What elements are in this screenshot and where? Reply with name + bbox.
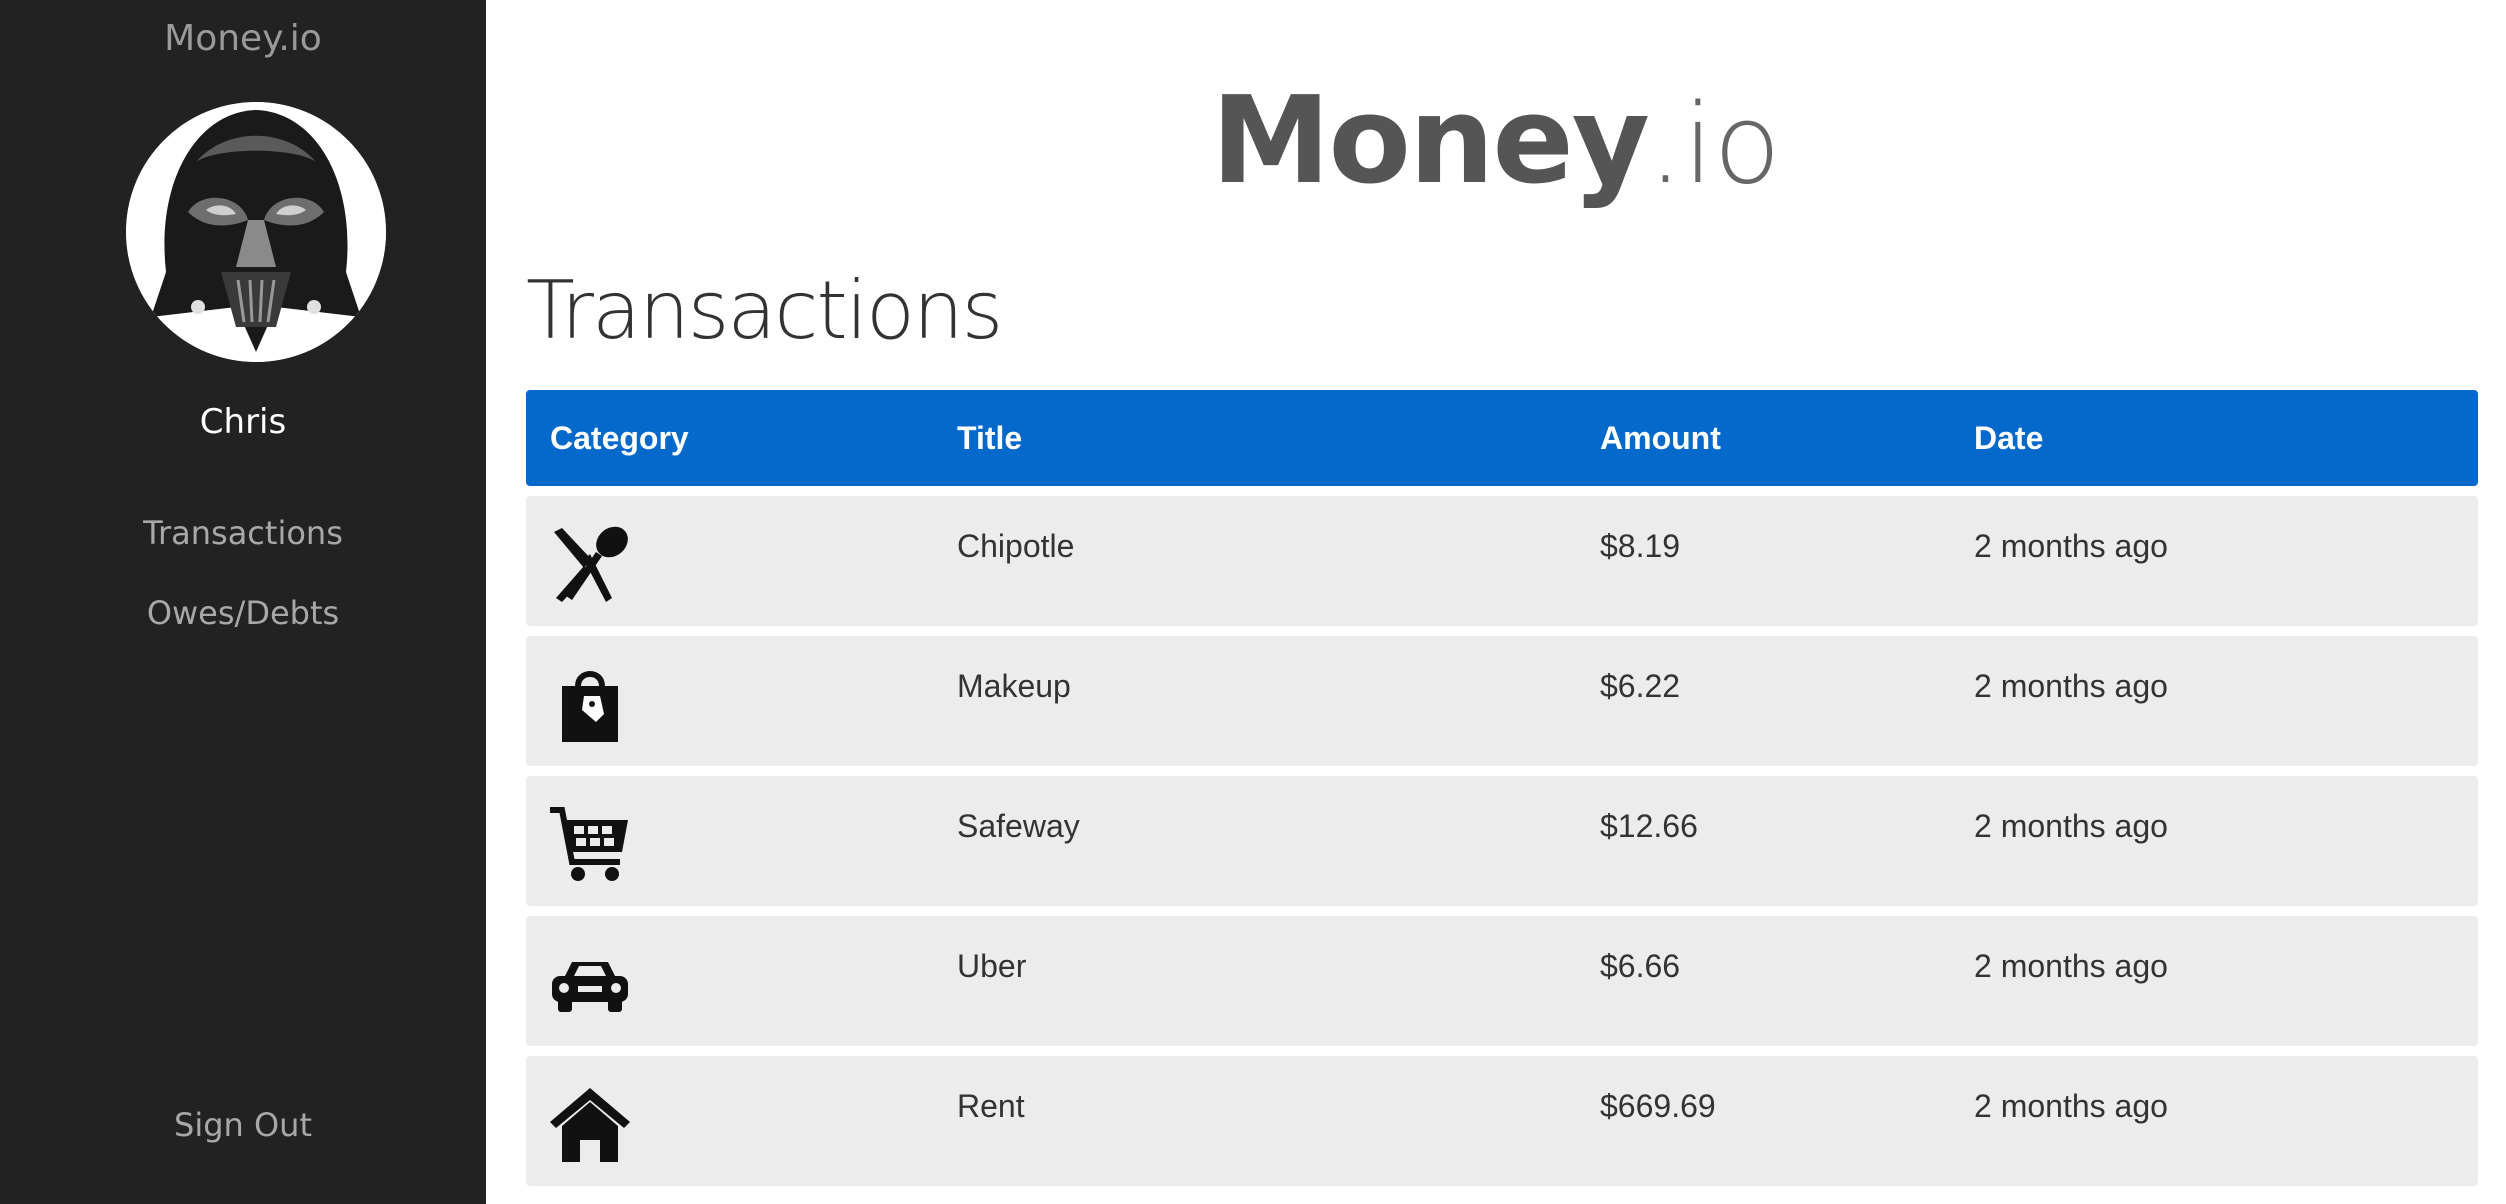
app: Money.io Chris Transactions Owes/Debts S… xyxy=(0,0,2506,1204)
logo-light: .io xyxy=(1648,80,1781,208)
row-amount: $6.22 xyxy=(1600,668,1681,704)
restaurant-icon xyxy=(548,522,632,606)
row-title: Safeway xyxy=(957,808,1080,844)
nav-transactions[interactable]: Transactions xyxy=(0,514,486,552)
column-header-amount: Amount xyxy=(1600,420,1721,456)
logo: Money.io xyxy=(486,72,2506,211)
avatar-image xyxy=(126,102,386,362)
shopping-cart-icon xyxy=(548,802,632,886)
table-row[interactable]: Makeup $6.22 2 months ago xyxy=(526,636,2478,766)
row-date: 2 months ago xyxy=(1974,1088,2168,1124)
nav-owes-debts[interactable]: Owes/Debts xyxy=(0,594,486,632)
row-date: 2 months ago xyxy=(1974,808,2168,844)
avatar[interactable] xyxy=(126,102,386,362)
row-title: Uber xyxy=(957,948,1027,984)
column-header-date: Date xyxy=(1974,420,2044,456)
row-amount: $8.19 xyxy=(1600,528,1681,564)
column-header-category: Category xyxy=(550,420,689,456)
main-content: Money.io Transactions Category Title Amo… xyxy=(486,0,2506,1204)
table-row[interactable]: Chipotle $8.19 2 months ago xyxy=(526,496,2478,626)
table-row[interactable]: Rent $669.69 2 months ago xyxy=(526,1056,2478,1186)
logo-strong: Money xyxy=(1211,72,1650,211)
row-date: 2 months ago xyxy=(1974,668,2168,704)
sidebar-brand[interactable]: Money.io xyxy=(0,18,486,59)
username: Chris xyxy=(199,402,287,442)
table-row[interactable]: Safeway $12.66 2 months ago xyxy=(526,776,2478,906)
sidebar: Money.io Chris Transactions Owes/Debts S… xyxy=(0,0,486,1204)
row-date: 2 months ago xyxy=(1974,948,2168,984)
column-header-title: Title xyxy=(957,420,1023,456)
row-amount: $6.66 xyxy=(1600,948,1681,984)
table-header: Category Title Amount Date xyxy=(526,390,2478,486)
house-icon xyxy=(548,1082,632,1166)
shopping-bag-icon xyxy=(548,662,632,746)
page-title: Transactions xyxy=(526,264,1003,357)
row-title: Rent xyxy=(957,1088,1025,1124)
sign-out-link[interactable]: Sign Out xyxy=(0,1106,486,1144)
transactions-table: Category Title Amount Date Chipotle $8.1… xyxy=(526,390,2478,1186)
row-title: Makeup xyxy=(957,668,1071,704)
table-row[interactable]: Uber $6.66 2 months ago xyxy=(526,916,2478,1046)
row-date: 2 months ago xyxy=(1974,528,2168,564)
row-amount: $12.66 xyxy=(1600,808,1698,844)
car-icon xyxy=(548,942,632,1026)
row-title: Chipotle xyxy=(957,528,1075,564)
row-amount: $669.69 xyxy=(1600,1088,1716,1124)
